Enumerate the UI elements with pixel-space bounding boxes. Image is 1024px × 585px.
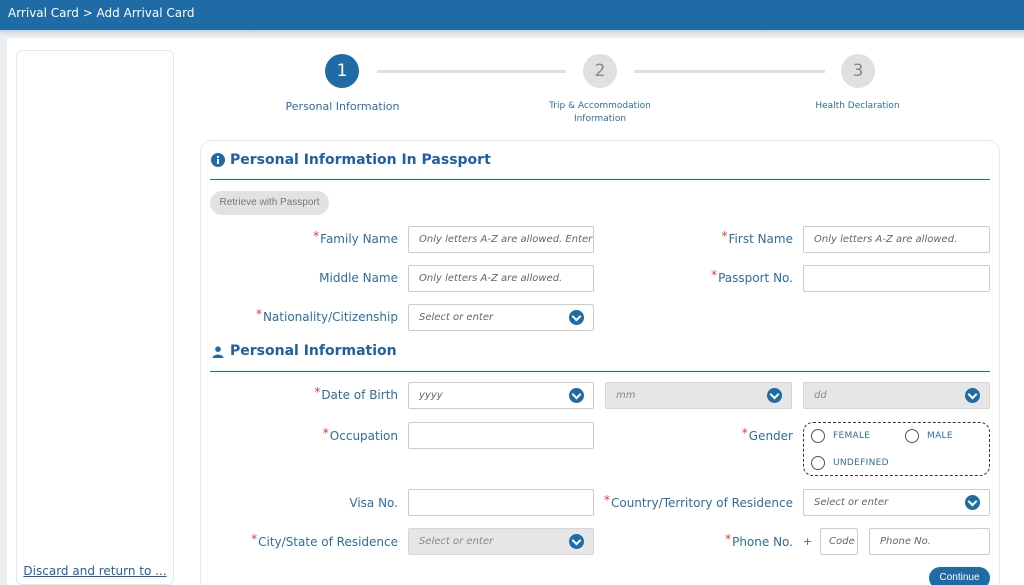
dob-label: *Date of Birth [314, 385, 398, 402]
first-name-input[interactable]: Only letters A-Z are allowed. [803, 226, 990, 253]
phone-code-input[interactable]: Code [820, 528, 858, 555]
phone-label: *Phone No. [725, 532, 793, 549]
chevron-down-icon[interactable] [965, 388, 980, 403]
step-3-label: Health Declaration [815, 101, 900, 111]
required-marker: * [721, 229, 728, 243]
gender-male-radio[interactable] [905, 429, 919, 443]
occupation-input[interactable] [408, 422, 594, 449]
passport-no-label: *Passport No. [711, 268, 793, 285]
gender-male-label[interactable]: MALE [927, 431, 953, 441]
required-marker: * [603, 493, 610, 507]
sidebar [16, 50, 174, 585]
gender-undefined-label[interactable]: UNDEFINED [833, 458, 889, 468]
personal-section-rule [210, 371, 990, 372]
family-name-label: *Family Name [313, 229, 398, 246]
required-marker: * [251, 532, 258, 546]
step-1-label: Personal Information [285, 100, 400, 113]
step-connector-1 [377, 70, 566, 73]
gender-label: *Gender [741, 426, 793, 443]
step-2-circle[interactable]: 2 [583, 54, 617, 88]
required-marker: * [711, 268, 718, 282]
discard-link[interactable]: Discard and return to ... [16, 564, 174, 579]
chevron-down-icon[interactable] [965, 495, 980, 510]
gender-female-label[interactable]: FEMALE [833, 431, 870, 441]
required-marker: * [322, 426, 329, 440]
gender-female-radio[interactable] [811, 429, 825, 443]
country-residence-select[interactable]: Select or enter [803, 489, 990, 516]
step-3-circle[interactable]: 3 [841, 54, 875, 88]
personal-section-title: Personal Information [230, 343, 397, 359]
chevron-down-icon[interactable] [767, 388, 782, 403]
visa-no-label: Visa No. [349, 496, 398, 510]
passport-section-title: Personal Information In Passport [230, 152, 491, 168]
required-marker: * [741, 426, 748, 440]
top-bar: Arrival Card > Add Arrival Card [0, 0, 1024, 30]
dob-month-select[interactable]: mm [605, 382, 792, 409]
step-connector-2 [634, 70, 825, 73]
chevron-down-icon[interactable] [569, 534, 584, 549]
required-marker: * [313, 229, 320, 243]
person-icon [212, 346, 224, 358]
chevron-down-icon[interactable] [569, 310, 584, 325]
first-name-label: *First Name [721, 229, 793, 246]
city-residence-select[interactable]: Select or enter [408, 528, 594, 555]
required-marker: * [725, 532, 732, 546]
phone-number-input[interactable]: Phone No. [869, 528, 990, 555]
step-1-circle[interactable]: 1 [325, 54, 359, 88]
step-2-label: Trip & Accommodation Information [549, 101, 651, 124]
middle-name-input[interactable]: Only letters A-Z are allowed. [408, 265, 594, 292]
dob-day-select[interactable]: dd [803, 382, 990, 409]
passport-no-input[interactable] [803, 265, 990, 292]
breadcrumb: Arrival Card > Add Arrival Card [8, 6, 195, 20]
top-bar-shadow [0, 30, 1024, 36]
country-residence-label: *Country/Territory of Residence [603, 493, 793, 510]
retrieve-passport-button[interactable]: Retrieve with Passport [210, 191, 329, 215]
dob-year-select[interactable]: yyyy [408, 382, 594, 409]
nationality-label: *Nationality/Citizenship [255, 307, 398, 324]
gender-radio-group [803, 422, 990, 476]
gender-undefined-radio[interactable] [811, 456, 825, 470]
chevron-down-icon[interactable] [569, 388, 584, 403]
required-marker: * [255, 307, 262, 321]
city-residence-label: *City/State of Residence [251, 532, 398, 549]
continue-button[interactable]: Continue [929, 567, 990, 585]
nationality-select[interactable]: Select or enter [408, 304, 594, 331]
family-name-input[interactable]: Only letters A-Z are allowed. Enter ' if… [408, 226, 594, 253]
middle-name-label: Middle Name [319, 271, 398, 285]
passport-section-rule [210, 179, 990, 180]
info-icon [211, 153, 225, 167]
required-marker: * [314, 385, 321, 399]
phone-plus-sign: + [803, 535, 813, 548]
visa-no-input[interactable] [408, 489, 594, 516]
occupation-label: *Occupation [322, 426, 398, 443]
